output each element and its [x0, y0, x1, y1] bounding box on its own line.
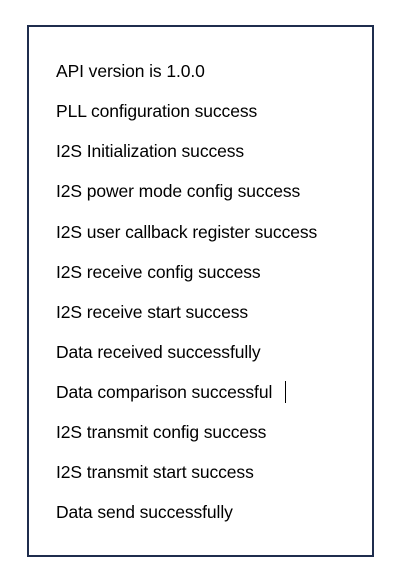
log-line-api-version: API version is 1.0.0 — [56, 61, 205, 81]
log-line-pll-config: PLL configuration success — [56, 101, 258, 121]
log-line-i2s-receive-start: I2S receive start success — [56, 302, 249, 322]
log-line-data-send: Data send successfully — [56, 502, 233, 522]
log-line-i2s-receive-config: I2S receive config success — [56, 262, 261, 282]
log-line-i2s-transmit-config: I2S transmit config success — [56, 422, 267, 442]
log-line-data-comparison: Data comparison successful — [56, 382, 273, 402]
text-cursor — [285, 381, 286, 403]
console-log-panel: API version is 1.0.0 PLL configuration s… — [27, 25, 374, 557]
log-line-i2s-power-mode: I2S power mode config success — [56, 181, 301, 201]
log-line-i2s-callback: I2S user callback register success — [56, 222, 318, 242]
log-line-i2s-transmit-start: I2S transmit start success — [56, 462, 254, 482]
log-line-i2s-init: I2S Initialization success — [56, 141, 245, 161]
log-line-data-received: Data received successfully — [56, 342, 261, 362]
